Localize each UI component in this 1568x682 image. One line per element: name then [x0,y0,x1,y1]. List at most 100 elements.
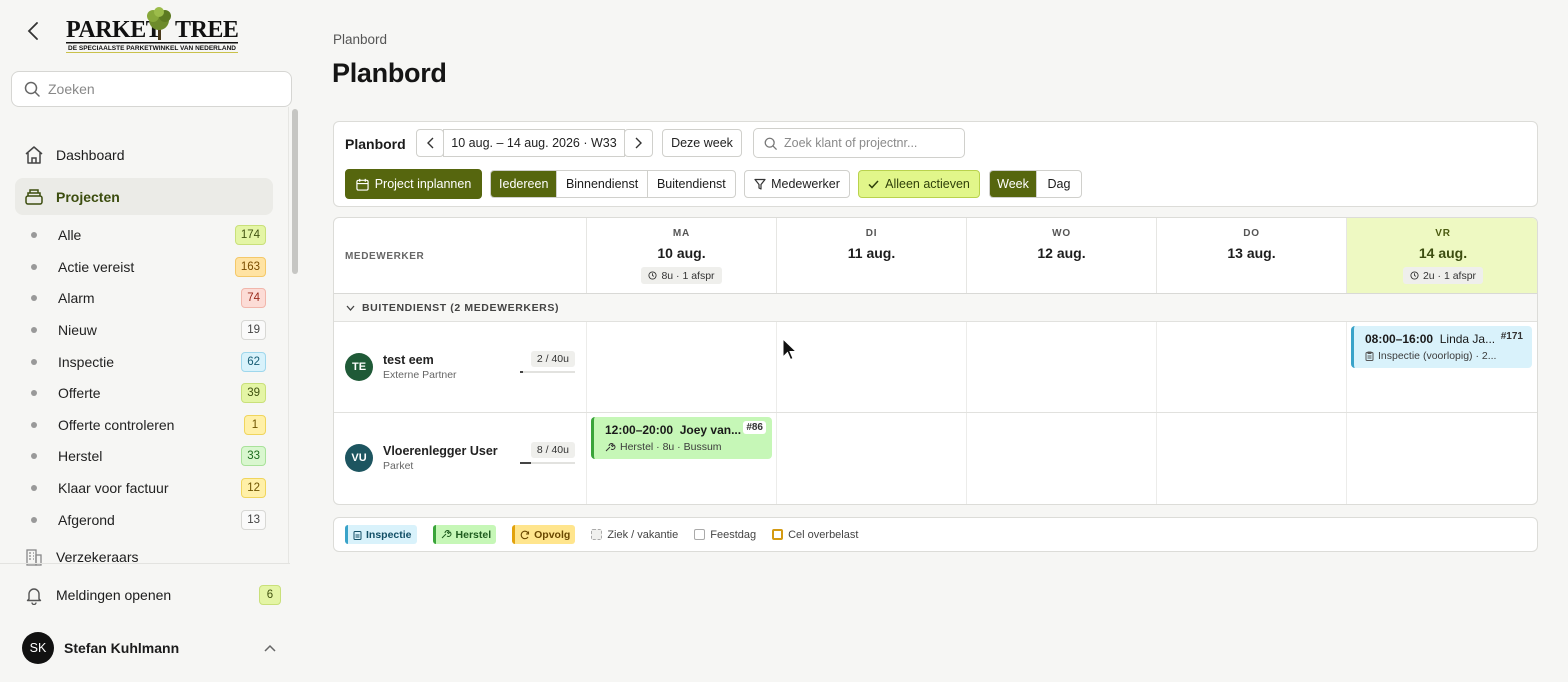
next-week-button[interactable] [624,129,653,157]
mouse-cursor-icon [782,338,798,361]
sub-item-alarm[interactable]: Alarm 74 [30,286,266,310]
project-search[interactable] [753,128,965,158]
day-date: 12 aug. [1037,245,1086,261]
count-badge: 163 [234,257,266,277]
sidebar-search[interactable] [11,71,292,107]
medewerker-filter-button[interactable]: Medewerker [744,170,850,198]
day-header-vr: VR 14 aug. 2u · 1 afspr [1346,218,1537,293]
column-divider [776,322,777,504]
scroll-thumb[interactable] [292,109,298,274]
clock-icon [648,271,657,280]
sub-item-label: Nieuw [58,322,97,338]
chevron-up-icon [264,644,276,652]
event-number: #86 [743,421,766,434]
event-detail: Inspectie (voorlopig) · 2... [1365,350,1524,362]
nav-verzekeraars[interactable]: Verzekeraars [15,540,273,574]
view-dag[interactable]: Dag [1037,171,1081,197]
hatched-swatch [591,529,603,540]
sub-item-label: Alarm [58,290,95,306]
date-range-button[interactable]: 10 aug. – 14 aug. 2026 · W33 [443,129,625,157]
segment-binnendienst[interactable]: Binnendienst [557,171,648,197]
legend-feestdag: Feestdag [694,529,756,541]
legend-label: Cel overbelast [788,528,859,541]
legend-overbelast: Cel overbelast [772,529,858,541]
day-name: DI [865,228,878,239]
event-card-86[interactable]: 12:00–20:00 Joey van... Herstel · 8u · B… [591,417,772,459]
nav-meldingen[interactable]: Meldingen openen 6 [15,576,281,613]
back-button[interactable] [20,18,46,44]
toolbar-title: Planbord [345,136,406,152]
meldingen-count-badge: 6 [259,584,281,605]
breadcrumb[interactable]: Planbord [333,32,387,47]
capacity-bar [520,371,575,373]
sub-item-afgerond[interactable]: Afgerond 13 [30,508,266,532]
clipboard-icon [353,530,362,540]
bullet [31,485,37,491]
day-date: 10 aug. [657,245,706,261]
sub-item-klaar-voor-factuur[interactable]: Klaar voor factuur 12 [30,476,266,500]
svg-text:PARKET: PARKET [66,17,162,43]
segment-buitendienst[interactable]: Buitendienst [648,171,735,197]
nav-dashboard[interactable]: Dashboard [15,136,273,173]
sub-item-label: Inspectie [58,354,115,370]
nav-meldingen-label: Meldingen openen [56,586,172,603]
day-summary: 2u · 1 afspr [1402,267,1484,284]
sidebar-separator [0,563,290,564]
day-header-di: DI 11 aug. [776,218,966,293]
avatar: VU [345,444,373,472]
project-search-input[interactable] [784,136,964,150]
only-active-toggle[interactable]: Alleen actieven [858,170,980,198]
wrench-icon [441,530,452,539]
home-icon [23,144,45,166]
count-badge: 12 [241,478,266,498]
nav-projecten[interactable]: Projecten [15,178,273,215]
bullet [31,390,37,396]
sidebar-search-input[interactable] [48,81,278,97]
this-week-button[interactable]: Deze week [662,129,742,157]
group-buitendienst-toggle[interactable]: BUITENDIENST (2 MEDEWERKERS) [334,294,1537,322]
event-card-171[interactable]: 08:00–16:00 Linda Ja... Inspectie (voorl… [1351,326,1532,368]
svg-text:TREE: TREE [175,17,238,43]
sub-item-actie-vereist[interactable]: Actie vereist 163 [30,255,266,279]
bullet [31,453,37,459]
nav-projecten-label: Projecten [56,188,120,205]
segment-iedereen[interactable]: Iedereen [491,171,558,197]
event-detail-text: Herstel · 8u · Bussum [620,441,722,453]
prev-week-button[interactable] [416,129,444,157]
user-profile-menu[interactable]: SK Stefan Kuhlmann [22,632,282,664]
count-badge: 13 [241,510,266,530]
sub-item-herstel[interactable]: Herstel 33 [30,444,266,468]
sidebar-scrollbar[interactable] [291,107,299,563]
view-week[interactable]: Week [990,171,1037,197]
event-time: 08:00–16:00 [1365,332,1434,346]
legend: Inspectie Herstel Opvolg Ziek / vakantie… [333,517,1538,552]
legend-chip: Opvolg [512,525,576,544]
sub-item-offerte-controleren[interactable]: Offerte controleren 1 [30,413,266,437]
employee-column-header: MEDEWERKER [345,251,425,262]
sub-item-nieuw[interactable]: Nieuw 19 [30,318,266,342]
legend-opvolg: Opvolg [512,525,576,544]
employee-info: test eem Externe Partner [383,353,457,381]
sub-item-inspectie[interactable]: Inspectie 62 [30,350,266,374]
count-badge: 1 [244,415,266,435]
legend-label: Ziek / vakantie [607,528,679,541]
bullet [31,327,37,333]
sub-item-alle[interactable]: Alle 174 [30,223,266,247]
bullet [31,517,37,523]
column-divider [586,322,587,504]
chevron-right-icon [635,137,642,149]
this-week-label: Deze week [671,136,733,150]
archive-icon [23,186,45,208]
sub-item-label: Klaar voor factuur [58,480,169,496]
day-header-ma: MA 10 aug. 8u · 1 afspr [586,218,776,293]
employee-row-vloerenlegger-user[interactable]: VU Vloerenlegger User Parket 8 / 40u [345,438,575,478]
user-name: Stefan Kuhlmann [64,640,180,656]
employee-info: Vloerenlegger User Parket [383,444,498,472]
feestdag-swatch [694,529,706,540]
employee-role: Externe Partner [383,369,457,381]
employee-row-test-eem[interactable]: TE test eem Externe Partner 2 / 40u [345,347,575,387]
building-icon [23,546,45,568]
employee-name: test eem [383,353,434,367]
sub-item-offerte[interactable]: Offerte 39 [30,381,266,405]
plan-project-button[interactable]: Project inplannen [345,169,482,199]
